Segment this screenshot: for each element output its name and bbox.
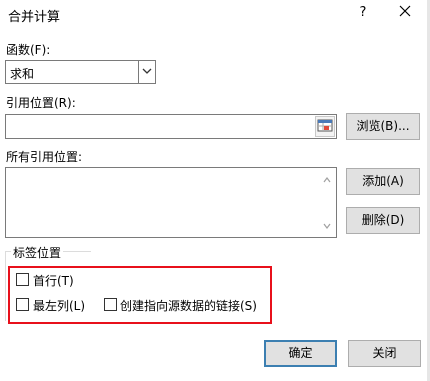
browse-button[interactable]: 浏览(B)... xyxy=(346,113,420,140)
close-button[interactable]: 关闭 xyxy=(348,340,421,367)
annotation-highlight-box xyxy=(8,266,272,324)
function-selected-value: 求和 xyxy=(10,67,35,81)
chevron-down-icon xyxy=(142,68,152,74)
help-button[interactable]: ? xyxy=(352,2,374,24)
consolidate-dialog: 合并计算 ? 函数(F): 求和 引用位置(R): 浏览(B)... 所有引用位… xyxy=(0,0,427,381)
list-scrollbar[interactable] xyxy=(318,168,336,237)
label-position-title: 标签位置 xyxy=(11,244,64,261)
function-select[interactable]: 求和 xyxy=(5,60,156,84)
function-label: 函数(F): xyxy=(6,43,51,57)
close-icon[interactable] xyxy=(392,2,418,24)
reference-input[interactable] xyxy=(5,114,337,139)
all-references-label: 所有引用位置: xyxy=(6,150,83,164)
scroll-down-icon xyxy=(323,223,331,229)
dialog-title: 合并计算 xyxy=(8,10,61,25)
dropdown-arrow[interactable] xyxy=(138,61,155,83)
all-references-list[interactable] xyxy=(5,167,337,238)
ok-button[interactable]: 确定 xyxy=(264,340,337,367)
scroll-up-icon xyxy=(323,177,331,183)
reference-label: 引用位置(R): xyxy=(6,96,76,110)
collapse-dialog-button[interactable] xyxy=(315,116,335,137)
add-button[interactable]: 添加(A) xyxy=(346,168,420,195)
range-select-icon xyxy=(317,119,333,132)
delete-button[interactable]: 删除(D) xyxy=(346,207,420,234)
